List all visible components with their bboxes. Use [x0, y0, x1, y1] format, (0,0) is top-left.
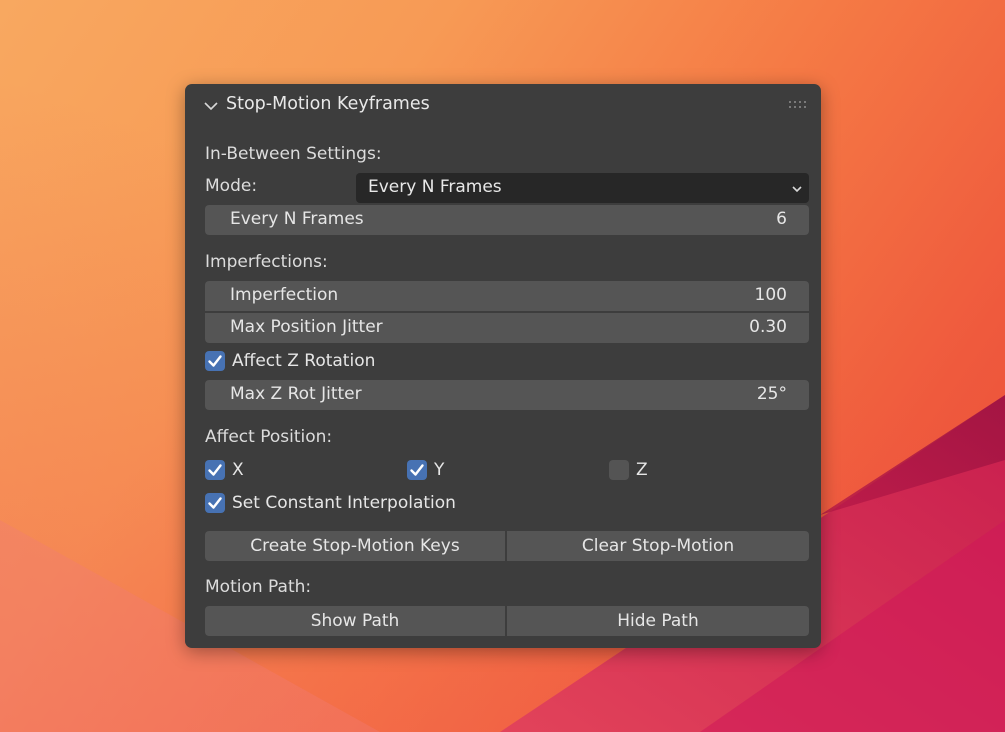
mode-dropdown[interactable]: Every N Frames [356, 173, 809, 203]
imperfection-value: 100 [754, 285, 787, 305]
every-n-frames-value: 6 [776, 209, 787, 229]
max-position-jitter-value: 0.30 [749, 317, 787, 337]
affect-z-rotation-checkbox[interactable] [205, 351, 225, 371]
imperfection-label: Imperfection [230, 285, 339, 305]
affect-z-label[interactable]: Z [636, 460, 648, 480]
mode-value: Every N Frames [368, 177, 502, 197]
drag-grip-icon[interactable] [789, 100, 807, 110]
max-position-jitter-label: Max Position Jitter [230, 317, 383, 337]
affect-x-label[interactable]: X [232, 460, 244, 480]
create-stop-motion-keys-button[interactable]: Create Stop-Motion Keys [205, 531, 505, 561]
hide-path-button[interactable]: Hide Path [507, 606, 809, 636]
constant-interpolation-label[interactable]: Set Constant Interpolation [232, 493, 456, 513]
imperfection-field[interactable]: Imperfection 100 [205, 281, 809, 311]
every-n-frames-field[interactable]: Every N Frames 6 [205, 205, 809, 235]
show-path-button[interactable]: Show Path [205, 606, 505, 636]
inbetween-section-label: In-Between Settings: [205, 144, 382, 164]
checkmark-icon [208, 464, 222, 476]
affect-position-section-label: Affect Position: [205, 427, 333, 447]
imperfections-section-label: Imperfections: [205, 252, 328, 272]
max-z-rot-jitter-field[interactable]: Max Z Rot Jitter 25° [205, 380, 809, 410]
checkmark-icon [410, 464, 424, 476]
affect-y-checkbox[interactable] [407, 460, 427, 480]
affect-y-label[interactable]: Y [434, 460, 444, 480]
chevron-down-icon[interactable] [203, 98, 219, 114]
affect-x-checkbox[interactable] [205, 460, 225, 480]
stop-motion-panel: Stop-Motion Keyframes In-Between Setting… [185, 84, 821, 648]
chevron-down-icon [792, 186, 802, 193]
clear-stop-motion-button[interactable]: Clear Stop-Motion [507, 531, 809, 561]
affect-z-checkbox[interactable] [609, 460, 629, 480]
mode-label: Mode: [205, 176, 258, 196]
max-z-rot-jitter-label: Max Z Rot Jitter [230, 384, 362, 404]
panel-header[interactable]: Stop-Motion Keyframes [185, 84, 821, 128]
max-z-rot-jitter-value: 25° [756, 384, 787, 404]
checkmark-icon [208, 497, 222, 509]
affect-z-rotation-label[interactable]: Affect Z Rotation [232, 351, 375, 371]
constant-interpolation-checkbox[interactable] [205, 493, 225, 513]
checkmark-icon [208, 355, 222, 367]
panel-title: Stop-Motion Keyframes [226, 94, 430, 114]
motion-path-section-label: Motion Path: [205, 577, 312, 597]
every-n-frames-label: Every N Frames [230, 209, 364, 229]
max-position-jitter-field[interactable]: Max Position Jitter 0.30 [205, 313, 809, 343]
